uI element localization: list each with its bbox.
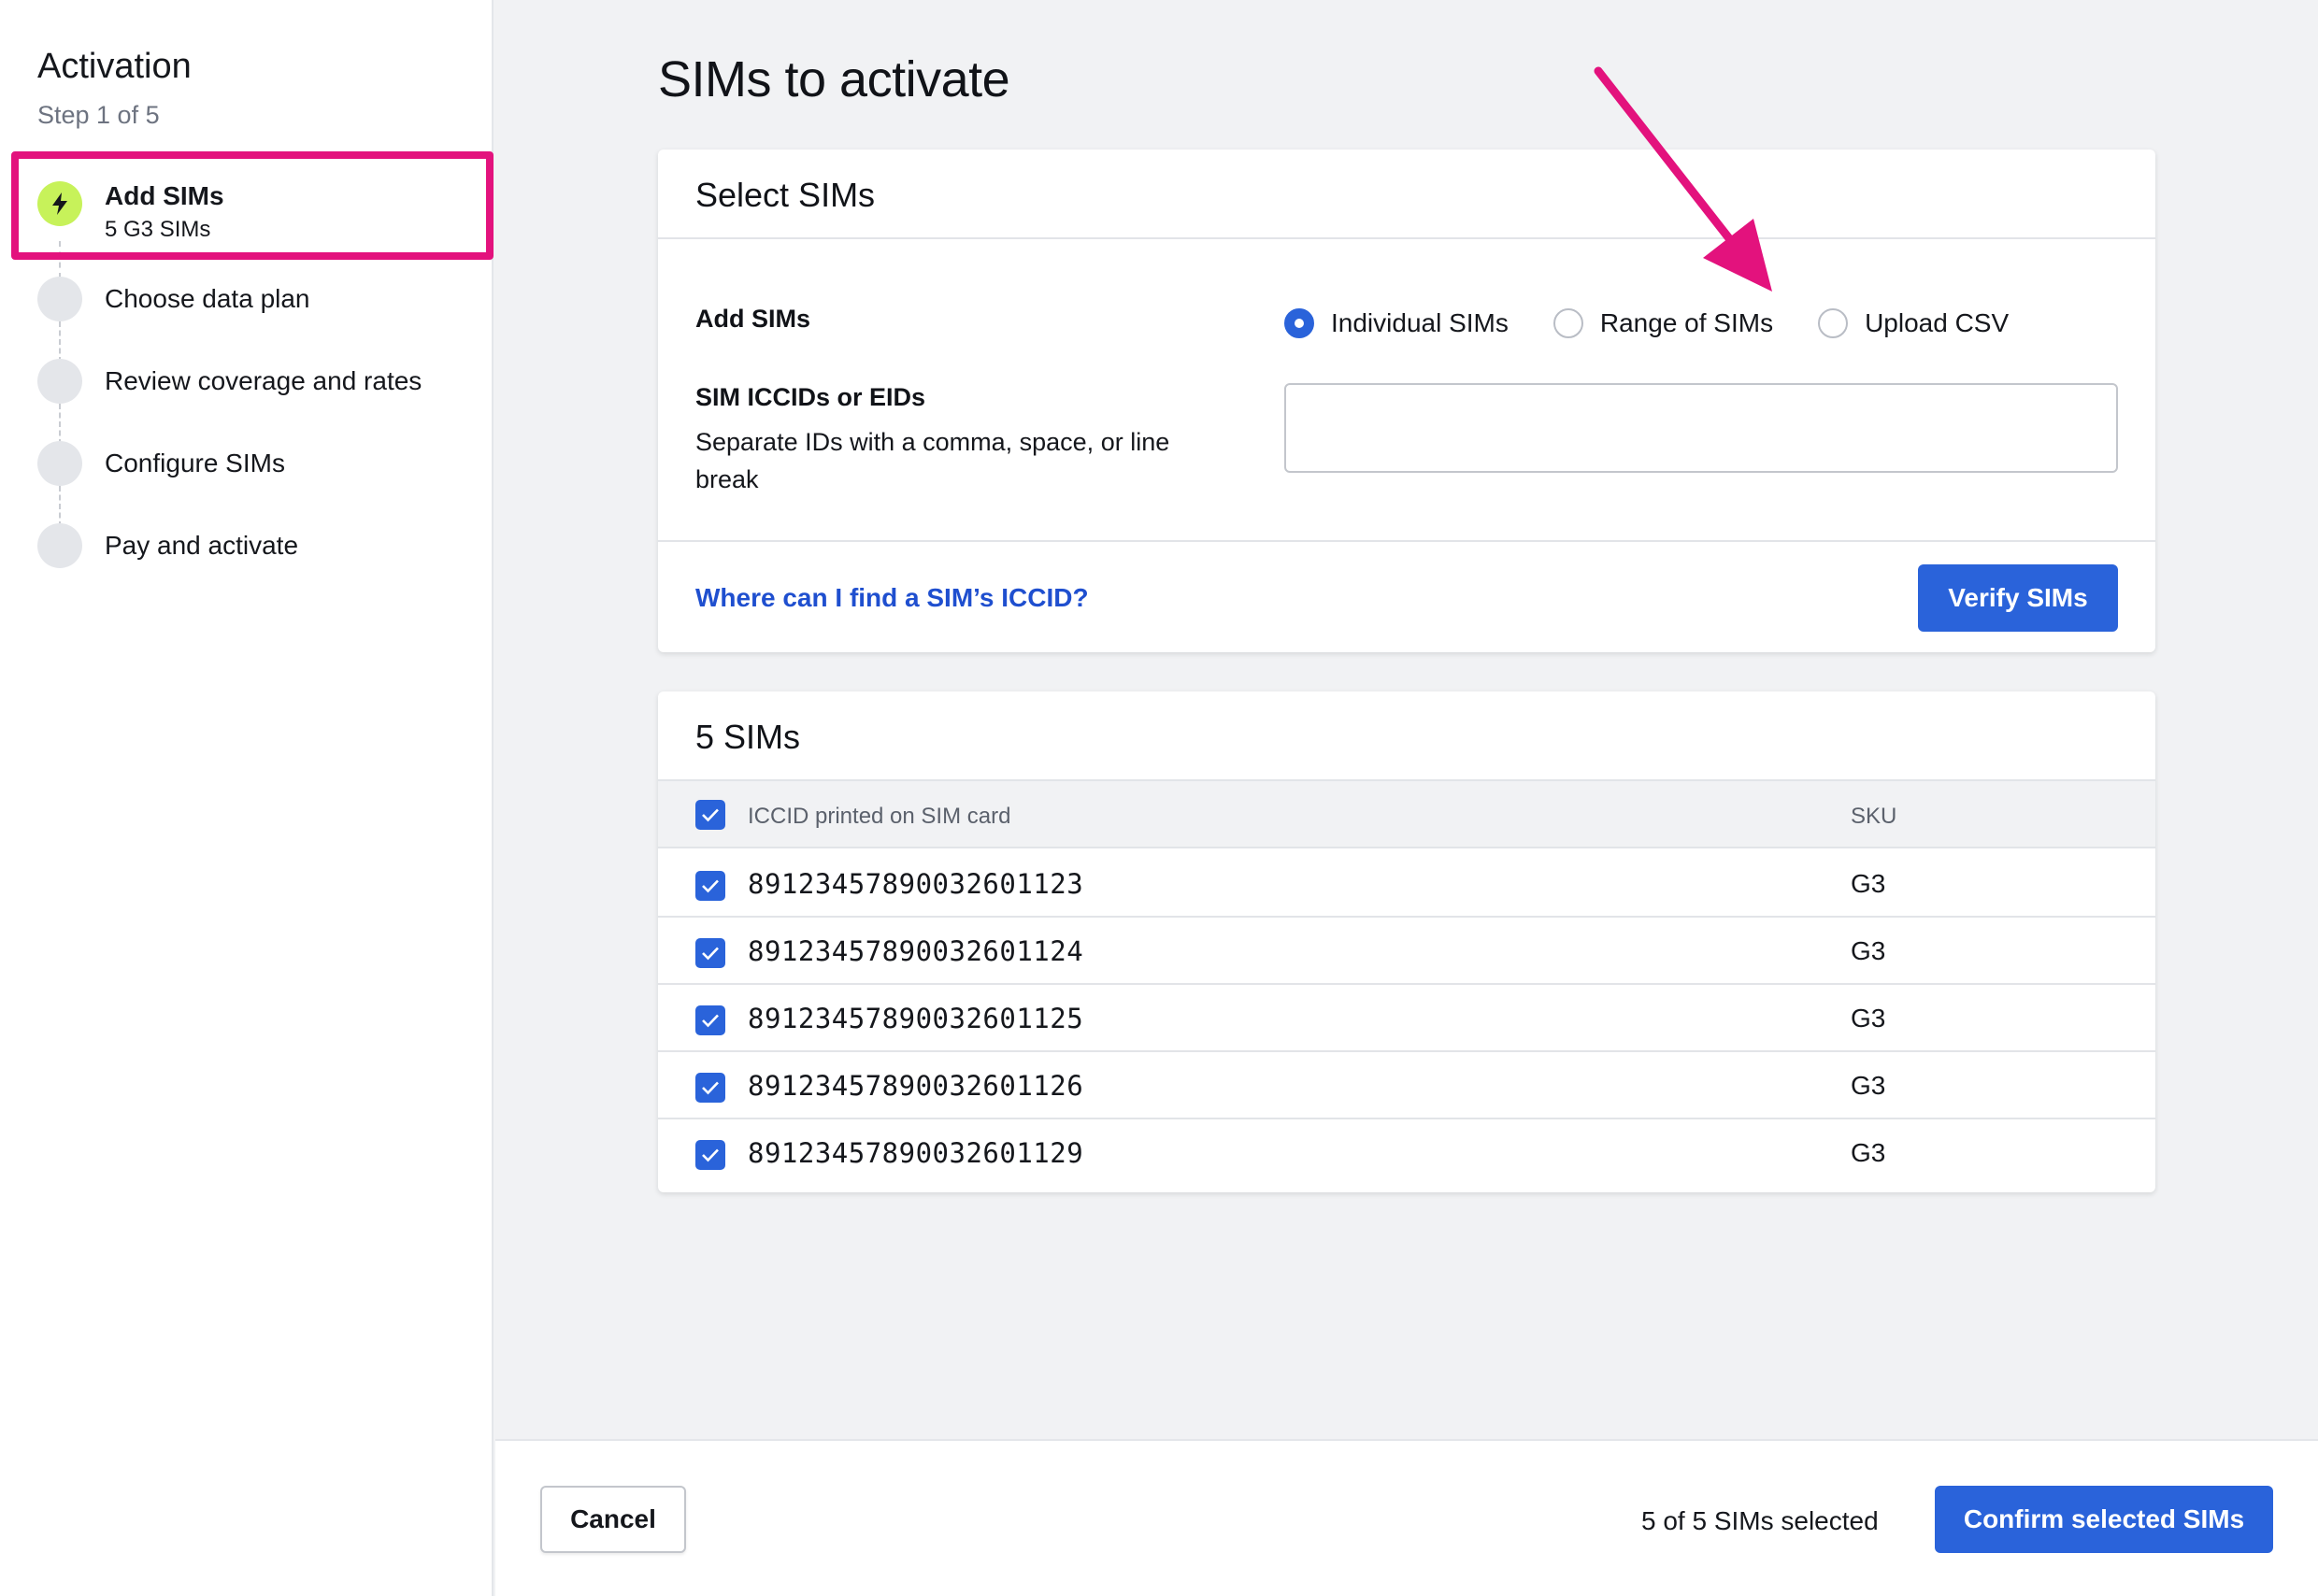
- main-content: SIMs to activate Select SIMs Add SIMs In…: [495, 0, 2318, 1439]
- card-title: 5 SIMs: [695, 718, 801, 756]
- step-dot: [37, 523, 82, 568]
- selected-count: 5 of 5 SIMs selected: [1641, 1506, 1879, 1535]
- card-title: Select SIMs: [695, 176, 876, 214]
- step-indicator: Step 1 of 5: [37, 101, 160, 129]
- row-iccid: 89123457890032601129: [748, 1137, 1084, 1169]
- iccid-textarea[interactable]: [1284, 383, 2118, 473]
- card-header: 5 SIMs: [658, 691, 2155, 781]
- add-method-radio-group: Individual SIMs Range of SIMs Upload CSV: [1284, 303, 2053, 344]
- table-row[interactable]: 89123457890032601126 G3: [658, 1052, 2155, 1119]
- step-label: Configure SIMs: [105, 449, 285, 477]
- row-iccid: 89123457890032601123: [748, 868, 1084, 900]
- row-iccid: 89123457890032601124: [748, 935, 1084, 967]
- row-iccid: 89123457890032601126: [748, 1070, 1084, 1102]
- step-dot: [37, 277, 82, 321]
- check-icon: [702, 879, 719, 893]
- verify-sims-button[interactable]: Verify SIMs: [1918, 564, 2118, 632]
- radio-label: Individual SIMs: [1331, 308, 1509, 337]
- row-sku: G3: [1851, 1004, 1886, 1033]
- row-iccid: 89123457890032601125: [748, 1003, 1084, 1034]
- table-row[interactable]: 89123457890032601124 G3: [658, 918, 2155, 985]
- page-title: SIMs to activate: [658, 51, 1010, 107]
- radio-button[interactable]: [1552, 308, 1583, 338]
- sidebar-title: Activation: [37, 47, 192, 86]
- iccid-label-help: Separate IDs with a comma, space, or lin…: [695, 428, 1170, 493]
- step-pay-and-activate[interactable]: Pay and activate: [0, 508, 494, 583]
- card-header: Select SIMs: [658, 150, 2155, 239]
- sims-list-card: 5 SIMs ICCID printed on SIM card SKU 891…: [658, 691, 2155, 1192]
- check-icon: [702, 1148, 719, 1162]
- check-icon: [702, 808, 719, 822]
- card-footer: Where can I find a SIM’s ICCID? Verify S…: [658, 540, 2155, 652]
- wizard-footer: Cancel 5 of 5 SIMs selected Confirm sele…: [495, 1439, 2318, 1596]
- row-sku: G3: [1851, 1138, 1886, 1167]
- select-all-checkbox[interactable]: [695, 800, 725, 830]
- row-checkbox[interactable]: [695, 1005, 725, 1035]
- row-checkbox[interactable]: [695, 1073, 725, 1103]
- check-icon: [702, 1014, 719, 1028]
- radio-label: Range of SIMs: [1599, 308, 1774, 337]
- step-review-coverage[interactable]: Review coverage and rates: [0, 344, 494, 419]
- iccid-field-label: SIM ICCIDs or EIDs Separate IDs with a c…: [695, 383, 1238, 498]
- check-icon: [702, 947, 719, 961]
- row-checkbox[interactable]: [695, 871, 725, 901]
- check-icon: [702, 1081, 719, 1095]
- activation-sidebar: Activation Step 1 of 5 Add SIMs 5 G3 SIM…: [0, 0, 494, 1596]
- find-iccid-help-link[interactable]: Where can I find a SIM’s ICCID?: [695, 583, 1089, 613]
- radio-button[interactable]: [1284, 308, 1314, 338]
- table-row[interactable]: 89123457890032601125 G3: [658, 985, 2155, 1052]
- radio-range-of-sims[interactable]: Range of SIMs: [1552, 308, 1774, 338]
- table-header: ICCID printed on SIM card SKU: [658, 781, 2155, 848]
- table-row[interactable]: 89123457890032601129 G3: [658, 1119, 2155, 1187]
- row-sku: G3: [1851, 869, 1886, 898]
- step-label: Choose data plan: [105, 284, 310, 313]
- step-dot: [37, 441, 82, 486]
- radio-button[interactable]: [1818, 308, 1849, 338]
- annotation-highlight-box: [11, 151, 494, 260]
- radio-upload-csv[interactable]: Upload CSV: [1818, 308, 2009, 338]
- row-checkbox[interactable]: [695, 1140, 725, 1170]
- column-header-sku: SKU: [1851, 804, 1897, 829]
- row-sku: G3: [1851, 936, 1886, 965]
- row-sku: G3: [1851, 1071, 1886, 1100]
- select-sims-card: Select SIMs Add SIMs Individual SIMs Ran…: [658, 150, 2155, 652]
- row-checkbox[interactable]: [695, 938, 725, 968]
- radio-individual-sims[interactable]: Individual SIMs: [1284, 308, 1509, 338]
- step-label: Review coverage and rates: [105, 366, 422, 395]
- step-choose-data-plan[interactable]: Choose data plan: [0, 262, 494, 336]
- column-header-iccid: ICCID printed on SIM card: [748, 804, 1011, 829]
- step-dot: [37, 359, 82, 404]
- table-row[interactable]: 89123457890032601123 G3: [658, 850, 2155, 918]
- radio-label: Upload CSV: [1865, 308, 2010, 337]
- add-sims-label: Add SIMs: [695, 305, 811, 333]
- cancel-button[interactable]: Cancel: [540, 1486, 686, 1553]
- step-label: Pay and activate: [105, 531, 299, 560]
- iccid-label-title: SIM ICCIDs or EIDs: [695, 383, 926, 411]
- step-configure-sims[interactable]: Configure SIMs: [0, 426, 494, 501]
- confirm-selected-sims-button[interactable]: Confirm selected SIMs: [1935, 1486, 2273, 1553]
